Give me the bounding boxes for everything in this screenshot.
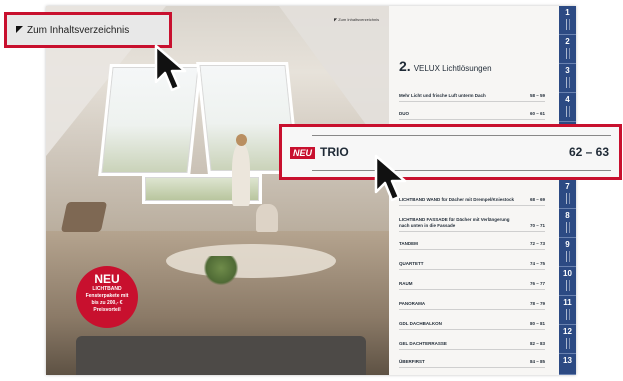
chapter-tab[interactable]: 2: [559, 35, 576, 64]
toc-row-pages: 76 – 77: [529, 281, 545, 286]
new-offer-badge[interactable]: NEU LICHTBAND Fensterpakete mit bis zu 2…: [76, 266, 138, 328]
toc-row-pages: 70 – 71: [529, 223, 545, 228]
catalog-spread: NEU LICHTBAND Fensterpakete mit bis zu 2…: [46, 6, 576, 375]
section-number: 2.: [399, 58, 411, 74]
badge-line: Preisvorteil: [93, 307, 121, 313]
toc-row-title: ÜBERFIRST: [399, 359, 425, 364]
toc-row-pages: 80 – 81: [529, 321, 545, 326]
toc-row[interactable]: TANDEM 72 – 73: [399, 236, 545, 250]
toc-row[interactable]: DUO 60 – 61: [399, 106, 545, 120]
small-toc-link[interactable]: ◤ Zum Inhaltsverzeichnis: [334, 17, 379, 22]
chapter-tab[interactable]: 10: [559, 267, 576, 296]
chapter-tab[interactable]: 4: [559, 93, 576, 122]
toc-row[interactable]: PANORAMA 78 – 79: [399, 296, 545, 310]
section-heading: 2. VELUX Lichtlösungen: [399, 58, 492, 76]
chapter-tabs: 1 2 3 4 5 6 7 8 9 10 11 12 13: [559, 6, 576, 375]
badge-line: Fensterpakete mit: [85, 293, 129, 299]
toc-row-title: RAUM: [399, 281, 413, 286]
toc-row[interactable]: RAUM 76 – 77: [399, 276, 545, 290]
toc-row-pages: 60 – 61: [529, 111, 545, 116]
tab-lines-icon: [565, 19, 570, 30]
trio-pages: 62 – 63: [568, 145, 609, 159]
chapter-tab[interactable]: 3: [559, 64, 576, 93]
triangle-icon: ◤: [334, 17, 338, 22]
toc-row-title: PANORAMA: [399, 301, 426, 306]
chapter-tab-number: 12: [563, 327, 572, 336]
chapter-tab-number: 8: [565, 211, 570, 220]
tab-lines-icon: [565, 77, 570, 88]
person-standing: [232, 144, 250, 206]
toc-row-title: LICHTBAND FASSADE für Dächer mit Verläng…: [399, 217, 510, 228]
badge-line: bis zu 200,- €: [91, 300, 123, 306]
chapter-tab[interactable]: 8: [559, 209, 576, 238]
tab-lines-icon: [565, 309, 570, 320]
small-toc-link-label: Zum Inhaltsverzeichnis: [338, 17, 380, 22]
toc-row[interactable]: GEL DACHTERRASSE 82 – 83: [399, 336, 545, 350]
chapter-tab-number: 3: [565, 66, 570, 75]
chapter-tab[interactable]: 9: [559, 238, 576, 267]
toc-row[interactable]: LICHTBAND FASSADE für Dächer mit Verläng…: [399, 212, 545, 232]
tab-lines-icon: [565, 338, 570, 349]
cursor-arrow-icon: [374, 154, 407, 202]
toc-link-label: Zum Inhaltsverzeichnis: [17, 25, 129, 36]
toc-row-pages: 78 – 79: [529, 301, 545, 306]
chapter-tab[interactable]: 7: [559, 180, 576, 209]
toc-row-title: GEL DACHTERRASSE: [399, 341, 447, 346]
toc-row-pages: 58 – 59: [529, 93, 545, 98]
toc-row-title: DUO: [399, 111, 409, 116]
toc-row[interactable]: ÜBERFIRST 84 – 85: [399, 354, 545, 368]
chapter-tab-number: 7: [565, 182, 570, 191]
toc-row-trio-callout[interactable]: NEU TRIO 62 – 63: [279, 124, 622, 180]
chapter-tab[interactable]: 11: [559, 296, 576, 325]
person-head: [236, 134, 247, 146]
tab-lines-icon: [565, 106, 570, 117]
divider: [312, 170, 611, 171]
toc-page: 2. VELUX Lichtlösungen Mehr Licht und fri…: [389, 6, 559, 375]
chapter-tab-number: 4: [565, 95, 570, 104]
toc-link-callout[interactable]: Zum Inhaltsverzeichnis: [4, 12, 172, 48]
toc-row[interactable]: LICHTBAND WAND für Dächer mit Drempel/Kn…: [399, 186, 545, 206]
toc-row-pages: 72 – 73: [529, 241, 545, 246]
toc-row-title: LICHTBAND WAND für Dächer mit Drempel/Kn…: [399, 196, 515, 202]
toc-row[interactable]: QUARTETT 74 – 75: [399, 256, 545, 270]
toc-row-title: QUARTETT: [399, 261, 424, 266]
toc-row[interactable]: Mehr Licht und frische Luft unterm Dach …: [399, 88, 545, 102]
cover-photo: NEU LICHTBAND Fensterpakete mit bis zu 2…: [46, 6, 389, 375]
toc-row-title: TANDEM: [399, 241, 418, 246]
toc-row-title: GDL DACHBALKON: [399, 321, 442, 326]
cursor-arrow-icon: [154, 44, 187, 92]
toc-row-title: Mehr Licht und frische Luft unterm Dach: [399, 93, 486, 98]
chapter-tab[interactable]: 12: [559, 325, 576, 354]
chapter-tab-number: 2: [565, 37, 570, 46]
section-title: VELUX Lichtlösungen: [413, 64, 492, 73]
rug: [166, 244, 336, 278]
chair: [60, 202, 108, 232]
trio-title: TRIO: [320, 145, 349, 159]
tab-lines-icon: [565, 48, 570, 59]
tab-lines-icon: [565, 222, 570, 233]
toc-row-pages: 84 – 85: [529, 359, 545, 364]
plant: [204, 256, 238, 286]
toc-link-text: Zum Inhaltsverzeichnis: [27, 25, 130, 36]
person-sitting: [256, 204, 278, 232]
sofa: [76, 336, 366, 375]
divider: [312, 135, 611, 136]
chapter-tab-number: 10: [563, 269, 572, 278]
chapter-tab-number: 13: [563, 356, 572, 365]
tab-lines-icon: [565, 251, 570, 262]
chapter-tab[interactable]: 1: [559, 6, 576, 35]
chapter-tab-number: 11: [563, 298, 572, 307]
toc-row-pages: 82 – 83: [529, 341, 545, 346]
chapter-tab-number: 1: [565, 8, 570, 17]
toc-row-pages: 74 – 75: [529, 261, 545, 266]
toc-row-pages: 68 – 69: [529, 197, 545, 202]
badge-line: LICHTBAND: [92, 286, 122, 292]
tab-lines-icon: [565, 280, 570, 291]
tab-lines-icon: [565, 193, 570, 204]
badge-title: NEU: [94, 272, 120, 286]
chapter-tab-number: 9: [565, 240, 570, 249]
chapter-tab[interactable]: 13: [559, 354, 576, 375]
new-badge: NEU: [290, 147, 316, 159]
toc-row[interactable]: GDL DACHBALKON 80 – 81: [399, 316, 545, 330]
